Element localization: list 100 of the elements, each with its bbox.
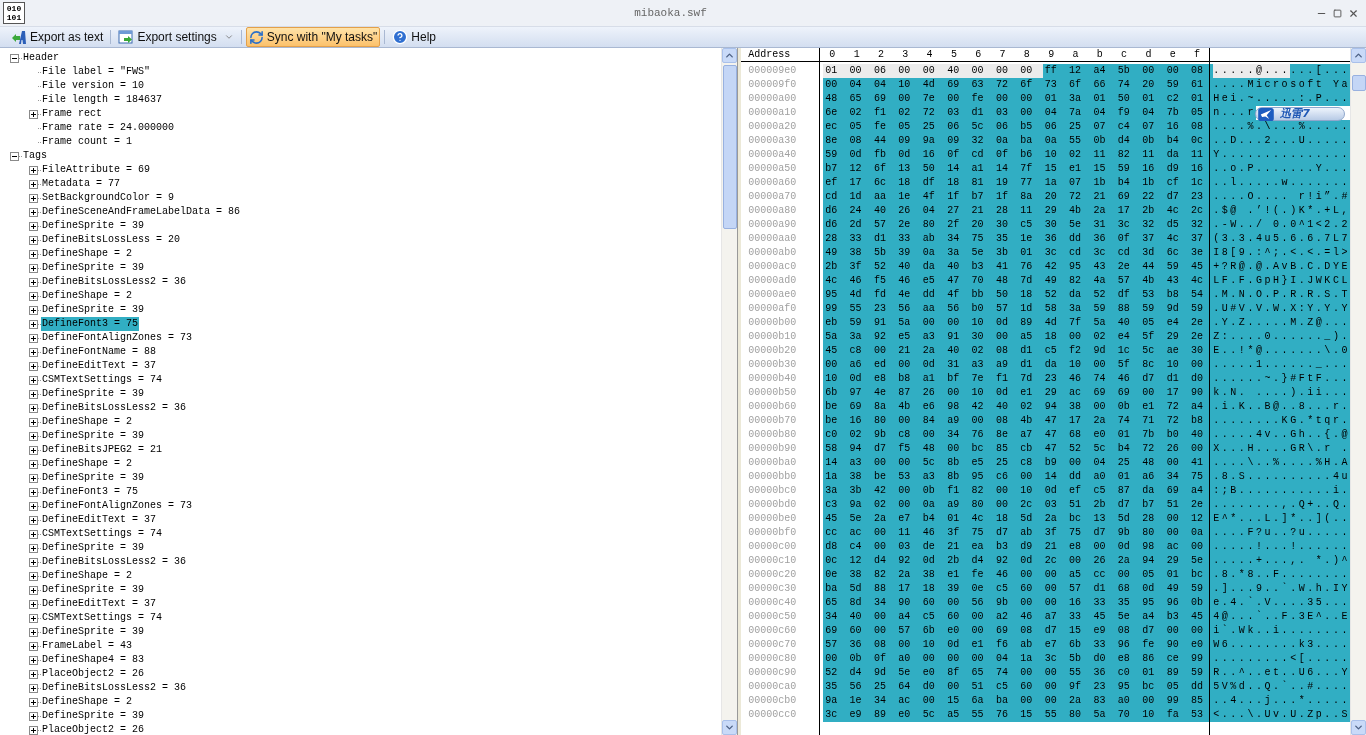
expand-icon[interactable]	[29, 669, 38, 679]
hex-bytes[interactable]: 57 36 08 00 10 0d e1 f6 ab e7 6b 33 96 fe 90 e0	[823, 638, 1214, 652]
ascii-text[interactable]: e.4.`.V....35...	[1213, 596, 1350, 610]
expand-icon[interactable]	[29, 193, 38, 203]
hex-bytes[interactable]: be 16 80 00 84 a9 00 08 4b 47 17 2a 74 71 72 b8	[823, 414, 1214, 428]
hex-bytes[interactable]: 3a 3b 42 00 0b f1 82 00 10 0d ef c5 87 da 69 a4	[823, 484, 1214, 498]
hex-bytes[interactable]: 28 33 d1 33 ab 34 75 35 1e 36 dd 36 0f 37 4c 37	[823, 232, 1214, 246]
scroll-up-button[interactable]	[1351, 48, 1366, 63]
ascii-text[interactable]: I8[9.:^;.<.<.=l>	[1213, 246, 1350, 260]
scroll-down-button[interactable]	[1351, 720, 1366, 735]
expand-icon[interactable]	[29, 515, 38, 525]
hex-bytes[interactable]: c3 9a 02 00 0a a9 80 00 2c 03 51 2b d7 b7 51 2e	[823, 498, 1214, 512]
ascii-text[interactable]: ........KG.*tqr.	[1213, 414, 1350, 428]
hex-bytes[interactable]: 52 d4 9d 5e e0 8f 65 74 00 00 55 36 c0 01 89 59	[823, 666, 1214, 680]
tree-item[interactable]: DefineFont3 = 75	[41, 317, 139, 331]
ascii-text[interactable]: .....@...	[1213, 64, 1291, 78]
tree-item[interactable]: CSMTextSettings = 74	[41, 373, 164, 387]
hex-bytes[interactable]: 2b 3f 52 40 da 40 b3 41 76 42 95 43 2e 44 59 45	[823, 260, 1214, 274]
tree-item[interactable]: DefineSceneAndFrameLabelData = 86	[41, 205, 242, 219]
hex-bytes[interactable]: 0c 12 d4 92 0d 2b d4 92 0d 2c 00 26 2a 94 29 5e	[823, 554, 1214, 568]
tree-item[interactable]: DefineSprite = 39	[41, 625, 146, 639]
tree-item[interactable]: DefineEditText = 37	[41, 513, 158, 527]
expand-icon[interactable]	[29, 557, 38, 567]
ascii-text[interactable]: Z:....0......_).	[1213, 330, 1350, 344]
expand-icon[interactable]	[29, 277, 38, 287]
hex-bytes[interactable]: 00 04 04 10 4d 69 63 72 6f 73 6f 66 74 20 59 61	[823, 78, 1214, 92]
collapse-icon[interactable]	[10, 53, 19, 63]
ascii-text[interactable]: E..!*@.......\.0	[1213, 344, 1350, 358]
tree-item[interactable]: File version = 10	[41, 79, 146, 93]
tree-item[interactable]: DefineShape = 2	[41, 415, 133, 429]
expand-icon[interactable]	[29, 655, 38, 665]
ascii-text[interactable]: .8.*8..F........	[1213, 568, 1350, 582]
tree-item[interactable]: Metadata = 77	[41, 177, 121, 191]
ascii-text[interactable]: .-W../ 0.0^1<2.2	[1213, 218, 1350, 232]
hex-bytes[interactable]: 3c e9 89 e0 5c a5 55 76 15 55 80 5a 70 10 fa 53	[823, 708, 1214, 722]
tree-item[interactable]: DefineEditText = 37	[41, 359, 158, 373]
ascii-text[interactable]: R..^..et..U6...Y	[1213, 666, 1350, 680]
ascii-text[interactable]: ....\..%....%H.A	[1213, 456, 1350, 470]
ascii-text[interactable]: n...r	[1213, 106, 1256, 120]
ascii-text[interactable]: (3.3.4u5.6.6.7L7	[1213, 232, 1350, 246]
tree-item[interactable]: Header	[22, 51, 60, 65]
tree-item[interactable]: DefineSprite = 39	[41, 541, 146, 555]
maximize-icon[interactable]	[1333, 8, 1342, 18]
expand-icon[interactable]	[29, 529, 38, 539]
ascii-text[interactable]: E^*...L.]*..](..	[1213, 512, 1350, 526]
hex-bytes[interactable]: 49 38 5b 39 0a 3a 5e 3b 01 3c cd 3c cd 3d 6c 3e	[823, 246, 1214, 260]
hex-bytes[interactable]: ba 5d 88 17 18 39 0e c5 60 00 57 d1 68 0d 49 59	[823, 582, 1214, 596]
expand-icon[interactable]	[29, 165, 38, 175]
hex-bytes[interactable]: 0e 38 82 2a 38 e1 fe 46 00 00 a5 cc 00 05 01 bc	[823, 568, 1214, 582]
ascii-text[interactable]: .Y.Z.....M.Z@...	[1213, 316, 1350, 330]
expand-icon[interactable]	[29, 417, 38, 427]
hex-bytes[interactable]: b7 12 6f 13 50 14 a1 14 7f 15 e1 15 59 16 d9 16	[823, 162, 1214, 176]
tree-item[interactable]: DefineEditText = 37	[41, 597, 158, 611]
ascii-text[interactable]: ....F?u..?u.....	[1213, 526, 1350, 540]
hex-bytes[interactable]: ec 05 fe 05 25 06 5c 06 b5 06 25 07 c4 07 16 08	[823, 120, 1214, 134]
tree-item[interactable]: CSMTextSettings = 74	[41, 527, 164, 541]
ascii-text[interactable]: W6........k3....	[1213, 638, 1350, 652]
tree-item[interactable]: Frame count = 1	[41, 135, 133, 149]
hex-bytes[interactable]: 45 5e 2a e7 b4 01 4c 18 5d 2a bc 13 5d 28 00 12	[823, 512, 1214, 526]
expand-icon[interactable]	[29, 263, 38, 273]
ascii-text[interactable]: ..l.....w.......	[1213, 176, 1350, 190]
toolbar-button[interactable]: Export settings	[115, 27, 237, 47]
hex-bytes[interactable]: d6 2d 57 2e 80 2f 20 30 c5 30 5e 31 3c 32 d5 32	[823, 218, 1214, 232]
hex-bytes[interactable]: 95 4d fd 4e dd 4f bb 50 18 52 da 52 df 53 b8 54	[823, 288, 1214, 302]
tree-item[interactable]: DefineFont3 = 75	[41, 485, 139, 499]
hex-bytes[interactable]: 58 94 d7 f5 48 00 bc 85 cb 47 52 5c b4 72 26 00	[823, 442, 1214, 456]
tree-item[interactable]: DefineSprite = 39	[41, 583, 146, 597]
ascii-text[interactable]: ........,.Q+..Q.	[1213, 498, 1350, 512]
tree-item[interactable]: PlaceObject2 = 26	[41, 723, 146, 735]
expand-icon[interactable]	[29, 641, 38, 651]
tree-item[interactable]: DefineShape = 2	[41, 289, 133, 303]
ascii-text[interactable]: ...[...	[1290, 64, 1350, 78]
expand-icon[interactable]	[29, 711, 38, 721]
ascii-text[interactable]: .U#V.V.W.X:Y.Y.Y	[1213, 302, 1350, 316]
tree-item[interactable]: DefineBitsLossLess2 = 36	[41, 681, 188, 695]
expand-icon[interactable]	[29, 487, 38, 497]
ascii-text[interactable]: 5V%d..Q.`..#....	[1213, 680, 1350, 694]
hex-bytes[interactable]: eb 59 91 5a 00 00 10 0d 89 4d 7f 5a 40 05 e4 2e	[823, 316, 1214, 330]
tree-item[interactable]: DefineShape4 = 83	[41, 653, 146, 667]
tree-item[interactable]: DefineSprite = 39	[41, 219, 146, 233]
expand-icon[interactable]	[29, 249, 38, 259]
hex-bytes[interactable]: 69 60 00 57 6b e0 00 69 08 d7 15 e9 08 d7 00 00	[823, 624, 1214, 638]
hex-bytes[interactable]: 00 a6 ed 00 0d 31 a3 a9 d1 da 10 00 5f 8c 10 00	[823, 358, 1214, 372]
tree-item[interactable]: DefineBitsLossLess = 20	[41, 233, 182, 247]
ascii-text[interactable]: Y...............	[1213, 148, 1350, 162]
ascii-text[interactable]: ....%.\...%.....	[1213, 120, 1350, 134]
scrollbar[interactable]	[721, 48, 738, 735]
tree-item[interactable]: Tags	[22, 149, 48, 163]
ascii-text[interactable]: 4@...`..F.3E^..E	[1213, 610, 1350, 624]
tree-item[interactable]: File label = "FWS"	[41, 65, 152, 79]
hex-bytes[interactable]: cc ac 00 11 46 3f 75 d7 ab 3f 75 d7 9b 80 00 0a	[823, 526, 1214, 540]
expand-icon[interactable]	[29, 585, 38, 595]
scroll-thumb[interactable]	[1352, 75, 1366, 91]
ascii-text[interactable]: i`.Wk..i........	[1213, 624, 1350, 638]
toolbar-button[interactable]: Sync with "My tasks"	[245, 27, 381, 47]
hex-bytes[interactable]: 8e 08 44 09 9a 09 32 0a ba 0a 55 0b d4 0b b4 0c	[823, 134, 1214, 148]
tree-item[interactable]: DefineFontAlignZones = 73	[41, 331, 194, 345]
tree-item[interactable]: DefineBitsLossLess2 = 36	[41, 401, 188, 415]
hex-bytes[interactable]: 00 0b 0f a0 00 00 00 04 1a 3c 5b d0 e8 86 ce 99	[823, 652, 1214, 666]
hex-bytes[interactable]: 01 00 06 00 00 40 00 00 00	[823, 64, 1043, 78]
